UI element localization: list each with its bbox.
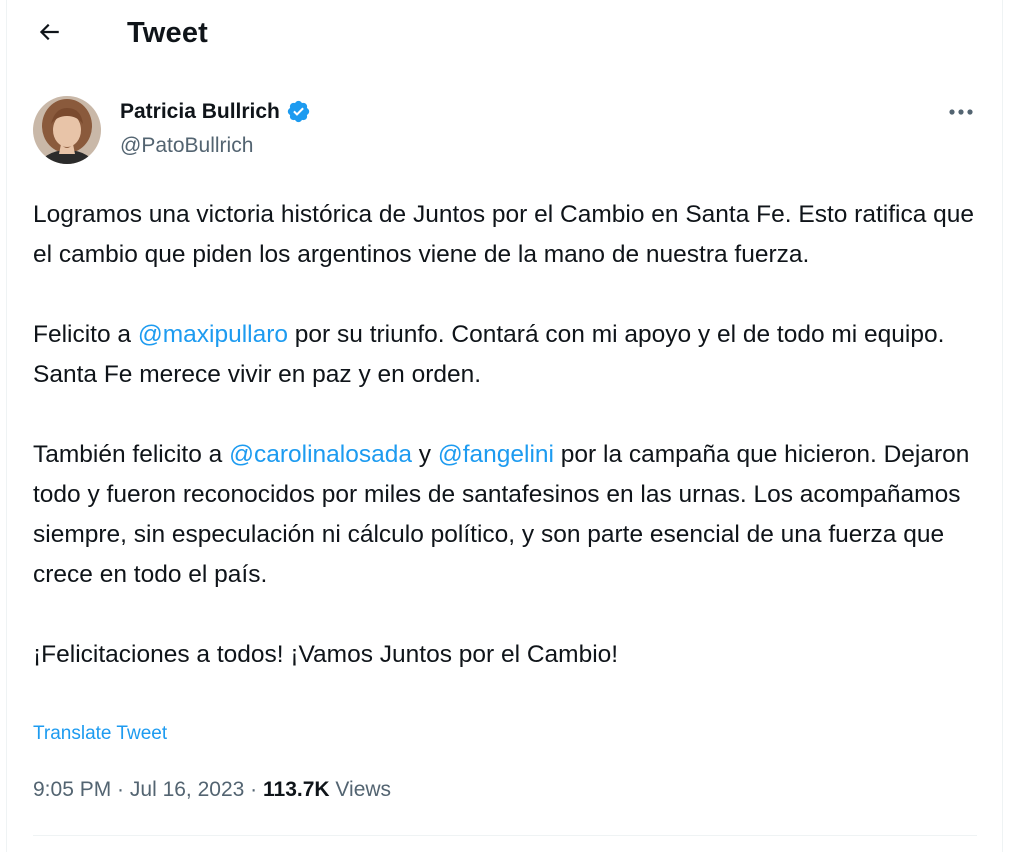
views-count: 113.7K (263, 778, 330, 801)
timestamp-link[interactable]: 9:05 PM · Jul 16, 2023 (33, 778, 244, 801)
divider (33, 835, 977, 836)
arrow-left-icon (39, 23, 59, 41)
profile-photo (33, 96, 101, 164)
meta-separator: · (244, 778, 263, 801)
tweet-paragraph: Felicito a @maxipullaro por su triunfo. … (33, 315, 988, 395)
tweet-paragraph: También felicito a @carolinalosada y @fa… (33, 435, 988, 595)
tweet-paragraph: ¡Felicitaciones a todos! ¡Vamos Juntos p… (33, 635, 988, 675)
more-dots-icon (949, 109, 973, 115)
top-bar: Tweet (7, 0, 1002, 70)
tweet-text-segment: ¡Felicitaciones a todos! ¡Vamos Juntos p… (33, 641, 619, 668)
tweet-time: 9:05 PM (33, 778, 112, 801)
tweet-paragraph: Logramos una victoria histórica de Junto… (33, 195, 988, 275)
back-button[interactable] (29, 12, 69, 52)
meta-separator: · (111, 778, 130, 801)
mention-link-carolinalosada[interactable]: @carolinalosada (229, 441, 412, 468)
views-label: Views (329, 778, 392, 801)
tweet-date: Jul 16, 2023 (129, 778, 245, 801)
mention-link-maxipullaro[interactable]: @maxipullaro (138, 321, 288, 348)
author-handle[interactable]: @PatoBullrich (120, 134, 253, 158)
tweet-text-segment: También felicito a (33, 441, 230, 468)
tweet-text-segment: y (411, 441, 438, 468)
tweet-metadata: 9:05 PM · Jul 16, 2023 · 113.7K Views (33, 778, 391, 802)
translate-tweet-link[interactable]: Translate Tweet (33, 723, 167, 745)
avatar[interactable] (33, 96, 101, 164)
tweet-page: Tweet Patricia Bullrich @PatoBullrich Lo… (6, 0, 1003, 852)
more-options-button[interactable] (941, 96, 981, 128)
author-name-row: Patricia Bullrich (120, 99, 311, 124)
mention-link-fangelini[interactable]: @fangelini (438, 441, 554, 468)
verified-badge-icon (286, 99, 311, 124)
tweet-text-segment: Felicito a (33, 321, 138, 348)
tweet-text: Logramos una victoria histórica de Junto… (33, 195, 988, 675)
author-name[interactable]: Patricia Bullrich (120, 100, 280, 124)
page-title: Tweet (127, 17, 209, 49)
tweet-text-segment: Logramos una victoria histórica de Junto… (33, 201, 975, 268)
